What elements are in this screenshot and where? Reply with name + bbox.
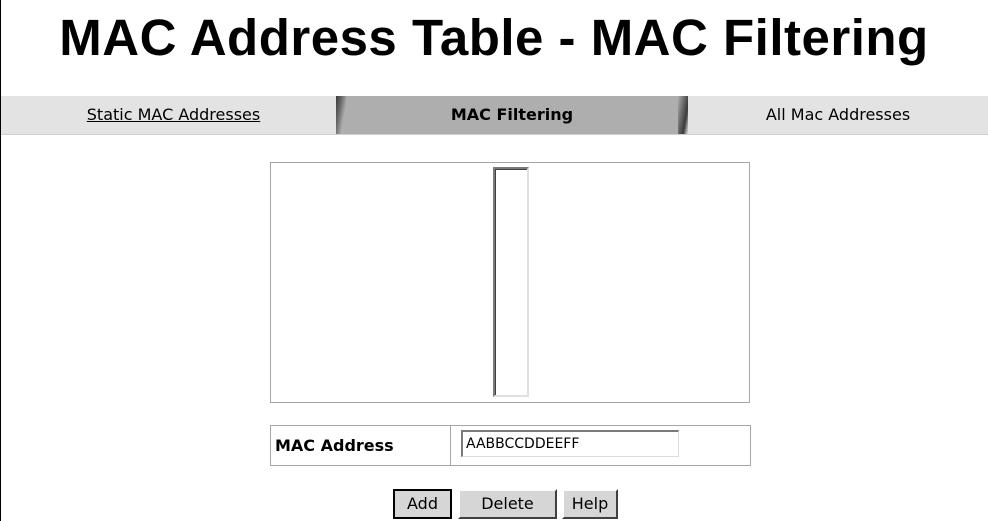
tab-divider-left	[336, 96, 346, 134]
add-button[interactable]: Add	[393, 489, 452, 519]
mac-filter-list-panel	[270, 162, 750, 403]
mac-address-input[interactable]	[461, 430, 679, 457]
mac-filter-listbox[interactable]	[493, 167, 529, 397]
mac-address-form: MAC Address	[270, 425, 751, 466]
tab-static-mac-addresses[interactable]: Static MAC Addresses	[1, 96, 346, 134]
help-button[interactable]: Help	[562, 489, 618, 519]
tab-divider-right	[678, 96, 688, 134]
delete-button[interactable]: Delete	[458, 489, 557, 519]
tab-static-mac-addresses-label[interactable]: Static MAC Addresses	[87, 105, 260, 124]
page-title: MAC Address Table - MAC Filtering	[59, 9, 929, 66]
mac-filter-listbox-inner	[495, 169, 527, 395]
left-frame-border	[0, 0, 1, 521]
tab-all-mac-addresses[interactable]: All Mac Addresses	[688, 96, 988, 134]
tab-bar: Static MAC Addresses MAC Filtering All M…	[1, 96, 988, 135]
mac-address-label-cell: MAC Address	[271, 426, 451, 465]
tab-mac-filtering[interactable]: MAC Filtering	[336, 96, 688, 134]
mac-address-label: MAC Address	[275, 436, 394, 455]
tab-bar-bottom-line	[1, 134, 988, 135]
